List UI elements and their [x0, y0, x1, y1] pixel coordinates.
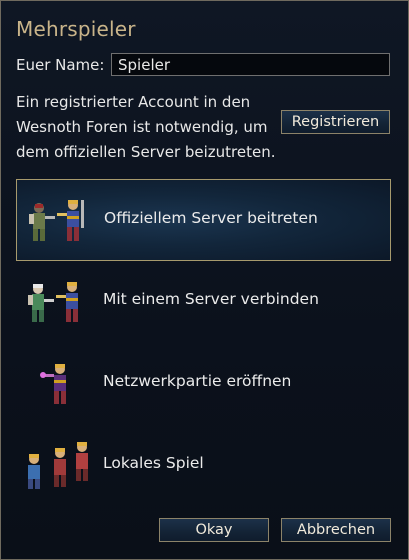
connect-server-units-icon [28, 282, 78, 322]
option-label: Netzwerkpartie eröffnen [103, 372, 292, 390]
option-label: Mit einem Server verbinden [103, 290, 319, 308]
host-game-unit-icon [40, 364, 66, 404]
official-server-units-icon [29, 200, 84, 241]
name-label: Euer Name: [16, 56, 105, 74]
local-game-units-icon [28, 442, 88, 489]
option-connect-server[interactable]: Mit einem Server verbinden [16, 261, 391, 343]
multiplayer-dialog: Mehrspieler Euer Name: Ein registrierter… [0, 0, 409, 560]
okay-button[interactable]: Okay [159, 518, 269, 542]
name-input[interactable] [111, 53, 390, 76]
option-host-game[interactable]: Netzwerkpartie eröffnen [16, 343, 391, 425]
register-button[interactable]: Registrieren [281, 110, 390, 134]
option-label: Lokales Spiel [103, 454, 204, 472]
option-local-game[interactable]: Lokales Spiel [16, 425, 391, 507]
option-label: Offiziellem Server beitreten [104, 209, 318, 227]
account-info-text: Ein registrierter Account in den Wesnoth… [16, 93, 276, 161]
cancel-button[interactable]: Abbrechen [281, 518, 391, 542]
dialog-title: Mehrspieler [16, 17, 136, 41]
multiplayer-options-list: Offiziellem Server beitreten Mit einem S… [16, 179, 391, 509]
option-official-server[interactable]: Offiziellem Server beitreten [16, 179, 391, 261]
